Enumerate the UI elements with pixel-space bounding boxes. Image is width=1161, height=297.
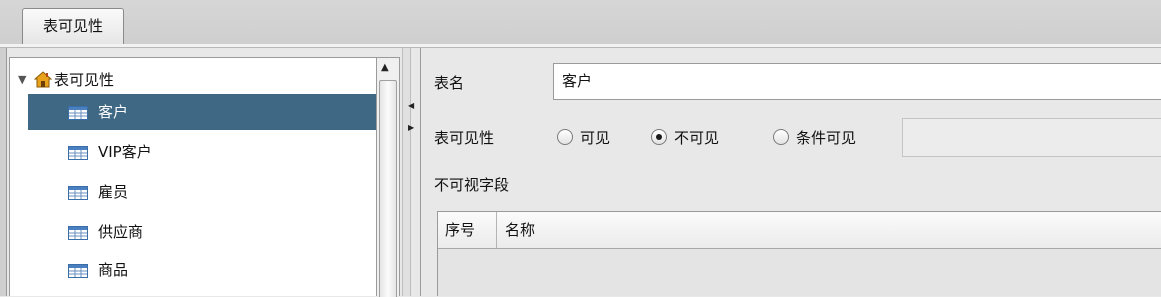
collapse-left-arrow-icon[interactable]: ◀ <box>408 101 414 110</box>
tree-item-label: 客户 <box>98 103 129 121</box>
tree-root-label: 表可见性 <box>54 71 115 89</box>
invisible-fields-table[interactable]: 序号 名称 <box>437 211 1161 296</box>
tree-item-label: 雇员 <box>98 183 129 201</box>
house-icon <box>34 71 52 88</box>
panel-border <box>420 48 421 296</box>
tree-scrollbar[interactable]: ▲ <box>376 57 400 297</box>
table-name-label: 表名 <box>434 74 465 92</box>
table-icon <box>68 264 88 278</box>
table-icon <box>68 186 88 200</box>
radio-label: 不可见 <box>674 129 720 147</box>
tree-item-supplier[interactable]: 供应商 <box>28 214 378 250</box>
expand-right-arrow-icon[interactable]: ▶ <box>408 123 414 132</box>
tab-table-visibility[interactable]: 表可见性 <box>22 8 124 44</box>
radio-label: 条件可见 <box>796 129 857 147</box>
split-pane-divider[interactable] <box>402 48 411 296</box>
visibility-label: 表可见性 <box>434 129 495 147</box>
table-icon <box>68 146 88 160</box>
table-header: 序号 名称 <box>438 212 1161 249</box>
radio-circle-checked-icon[interactable] <box>651 129 667 145</box>
invisible-fields-label: 不可视字段 <box>434 176 510 194</box>
tree-item-product[interactable]: 商品 <box>28 252 378 288</box>
column-header-name[interactable]: 名称 <box>497 212 697 248</box>
radio-circle-icon[interactable] <box>557 129 573 145</box>
table-icon <box>68 226 88 240</box>
scroll-up-arrow-icon[interactable]: ▲ <box>381 62 389 73</box>
radio-label: 可见 <box>580 129 611 147</box>
table-tree[interactable]: ▼ 表可见性 客户 VIP客户 雇员 供应商 商品 <box>9 57 386 296</box>
table-icon <box>68 106 88 120</box>
tree-item-label: 供应商 <box>98 223 144 241</box>
tree-item-customer[interactable]: 客户 <box>28 94 378 130</box>
tree-item-label: VIP客户 <box>98 143 152 161</box>
table-name-field[interactable]: 客户 <box>553 63 1161 100</box>
column-header-index[interactable]: 序号 <box>438 212 497 248</box>
tree-item-employee[interactable]: 雇员 <box>28 174 378 210</box>
radio-circle-icon[interactable] <box>773 129 789 145</box>
condition-field <box>902 118 1161 157</box>
tree-item-label: 商品 <box>98 261 129 279</box>
tree-item-vip-customer[interactable]: VIP客户 <box>28 134 378 170</box>
tab-bar: 表可见性 <box>0 0 1161 45</box>
expand-triangle-icon[interactable]: ▼ <box>18 68 26 92</box>
scrollbar-thumb[interactable] <box>379 80 397 297</box>
tab-underline-shadow <box>0 47 1161 48</box>
